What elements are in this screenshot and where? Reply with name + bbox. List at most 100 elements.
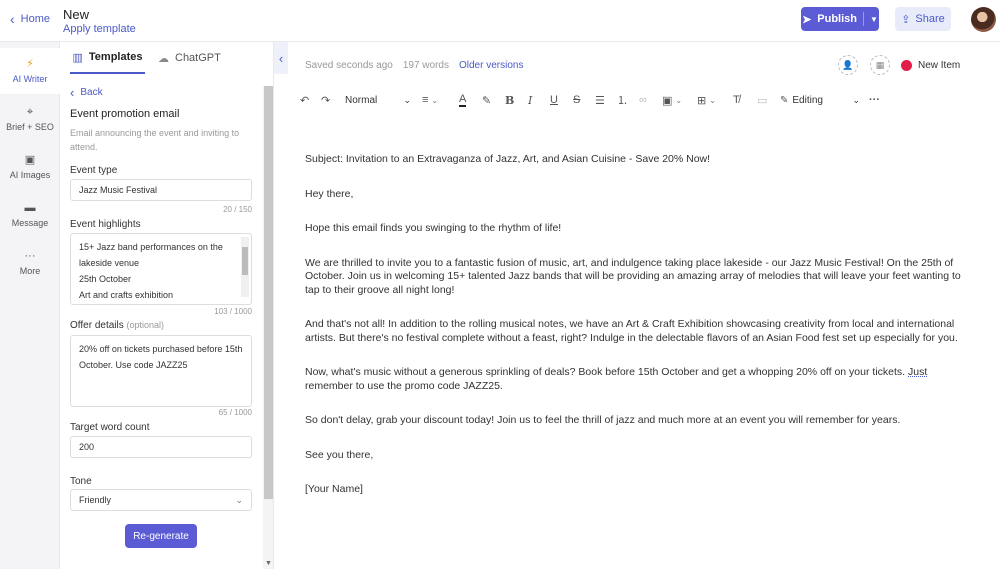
highlight-line: 25th October — [79, 274, 132, 284]
event-highlights-textarea[interactable]: 15+ Jazz band performances on the lakesi… — [70, 233, 252, 305]
editor-status-bar: Saved seconds ago 197 words Older versio… — [305, 60, 523, 71]
highlight-line: 15+ Jazz band performances on the lakesi… — [79, 242, 223, 268]
more-options-button[interactable]: ··· — [869, 88, 880, 112]
email-subject: Subject: Invitation to an Extravaganza o… — [305, 153, 711, 165]
clear-format-icon: T̸ — [733, 94, 740, 106]
email-paragraph: We are thrilled to invite you to a fanta… — [305, 256, 961, 296]
undo-button[interactable]: ↶ — [300, 88, 309, 112]
word-count: 197 words — [402, 60, 449, 71]
back-link[interactable]: ‹ Back — [70, 85, 103, 100]
template-panel: ▥ Templates ☁ ChatGPT ‹ Back Event promo… — [60, 42, 274, 569]
share-label: Share — [915, 13, 945, 25]
optional-tag: (optional) — [126, 320, 165, 330]
tone-label: Tone — [70, 476, 92, 487]
editing-mode-value: Editing — [792, 94, 823, 106]
assign-user-button[interactable]: 👤 — [838, 55, 858, 75]
upload-icon: ⇪ — [901, 13, 911, 26]
tab-templates[interactable]: ▥ Templates — [70, 42, 145, 74]
strikethrough-button[interactable]: S — [573, 88, 580, 112]
bold-icon: B — [505, 93, 515, 107]
email-paragraph: See you there, — [305, 448, 374, 461]
send-icon: ➤ — [802, 13, 812, 26]
publish-button[interactable]: ➤ Publish ▼ — [801, 7, 879, 31]
link-button[interactable]: ∞ — [639, 88, 647, 112]
chevron-down-icon: ⌄ — [709, 95, 716, 105]
tab-chatgpt[interactable]: ☁ ChatGPT — [158, 42, 221, 74]
document-body[interactable]: Subject: Invitation to an Extravaganza o… — [305, 153, 970, 518]
home-link[interactable]: ‹ Home — [10, 10, 51, 27]
scrollbar-thumb[interactable] — [264, 86, 273, 499]
home-label: Home — [20, 13, 51, 25]
comment-button[interactable]: ▭ — [757, 88, 767, 112]
document-title[interactable]: New — [63, 7, 89, 22]
apply-template-link[interactable]: Apply template — [63, 23, 136, 35]
numbered-list-icon: ⒈ — [617, 95, 628, 107]
rail-item-brief-seo[interactable]: ⌖ Brief + SEO — [0, 96, 60, 142]
image-button[interactable]: ▣ ⌄ — [662, 88, 682, 112]
left-rail: ⚡ AI Writer ⌖ Brief + SEO ▣ AI Images ▬ … — [0, 42, 60, 569]
bullet-list-button[interactable]: ☰ — [595, 88, 605, 112]
chevron-down-icon: ⌄ — [235, 495, 243, 505]
spellcheck-word[interactable]: Just — [908, 366, 927, 378]
rail-item-ai-writer[interactable]: ⚡ AI Writer — [0, 48, 60, 94]
publish-label: Publish — [817, 13, 858, 25]
rail-item-message[interactable]: ▬ Message — [0, 192, 60, 238]
highlight-button[interactable]: ✎ — [482, 88, 491, 112]
regenerate-button[interactable]: Re-generate — [125, 524, 197, 548]
collapse-panel-button[interactable]: ‹ — [274, 42, 288, 74]
older-versions-link[interactable]: Older versions — [459, 60, 523, 71]
event-type-label: Event type — [70, 165, 118, 176]
event-highlights-label: Event highlights — [70, 219, 141, 230]
rail-item-label: Brief + SEO — [6, 121, 54, 132]
chevron-left-icon: ‹ — [10, 10, 15, 27]
rail-item-ai-images[interactable]: ▣ AI Images — [0, 144, 60, 190]
avatar[interactable] — [971, 7, 996, 32]
top-header: ‹ Home New Apply template ➤ Publish ▼ ⇪ … — [0, 0, 1000, 42]
offer-details-textarea[interactable]: 20% off on tickets purchased before 15th… — [70, 335, 252, 407]
chatgpt-icon: ☁ — [158, 52, 169, 65]
email-paragraph: So don't delay, grab your discount today… — [305, 414, 901, 426]
lightning-icon: ⚡ — [26, 57, 34, 70]
redo-button[interactable]: ↷ — [321, 88, 330, 112]
comment-icon: ▭ — [757, 94, 768, 107]
template-description: Email announcing the event and inviting … — [70, 128, 240, 152]
chevron-down-icon: ⌄ — [431, 95, 439, 105]
target-word-count-input[interactable]: 200 — [70, 436, 252, 458]
rail-item-label: AI Images — [9, 169, 51, 180]
share-button[interactable]: ⇪ Share — [895, 7, 951, 31]
numbered-list-button[interactable]: ⒈ — [617, 88, 628, 112]
rail-item-label: More — [19, 265, 41, 276]
table-button[interactable]: ⊞ ⌄ — [697, 88, 716, 112]
scroll-down-icon[interactable]: ▼ — [265, 560, 272, 567]
text-style-value: Normal — [345, 94, 378, 106]
target-icon: ⌖ — [26, 105, 34, 118]
target-word-count-label: Target word count — [70, 422, 150, 433]
textarea-scrollbar[interactable] — [241, 237, 249, 297]
align-button[interactable]: ≡ ⌄ — [422, 88, 438, 112]
text-color-button[interactable]: A — [459, 88, 467, 112]
clear-format-button[interactable]: T̸ — [733, 88, 740, 112]
chevron-down-icon[interactable]: ▼ — [870, 15, 878, 24]
tab-label: Templates — [88, 51, 143, 63]
chevron-down-icon: ⌄ — [675, 95, 683, 105]
panel-tabs: ▥ Templates ☁ ChatGPT — [60, 42, 273, 74]
tone-select[interactable]: Friendly ⌄ — [70, 489, 252, 511]
offer-details-label: Offer details (optional) — [70, 320, 165, 331]
bold-button[interactable]: B — [505, 88, 514, 112]
offer-details-count: 65 / 1000 — [218, 408, 252, 417]
schedule-button[interactable]: ▦ — [870, 55, 890, 75]
status-selector[interactable]: New Item — [901, 60, 960, 71]
italic-button[interactable]: I — [528, 88, 532, 112]
event-type-input[interactable]: Jazz Music Festival — [70, 179, 252, 201]
panel-scrollbar[interactable]: ▼ — [263, 86, 273, 569]
event-highlights-count: 103 / 1000 — [214, 307, 252, 316]
email-paragraph: Hey there, — [305, 187, 354, 200]
underline-button[interactable]: U — [550, 88, 558, 112]
back-label: Back — [80, 87, 103, 98]
redo-icon: ↷ — [321, 94, 331, 107]
editing-mode-select[interactable]: ✎ Editing ⌄ — [780, 88, 860, 112]
email-paragraph: Hope this email finds you swinging to th… — [305, 222, 562, 234]
text-style-select[interactable]: Normal ⌄ — [345, 88, 411, 112]
event-type-count: 20 / 150 — [223, 205, 252, 214]
rail-item-more[interactable]: ··· More — [0, 240, 60, 286]
